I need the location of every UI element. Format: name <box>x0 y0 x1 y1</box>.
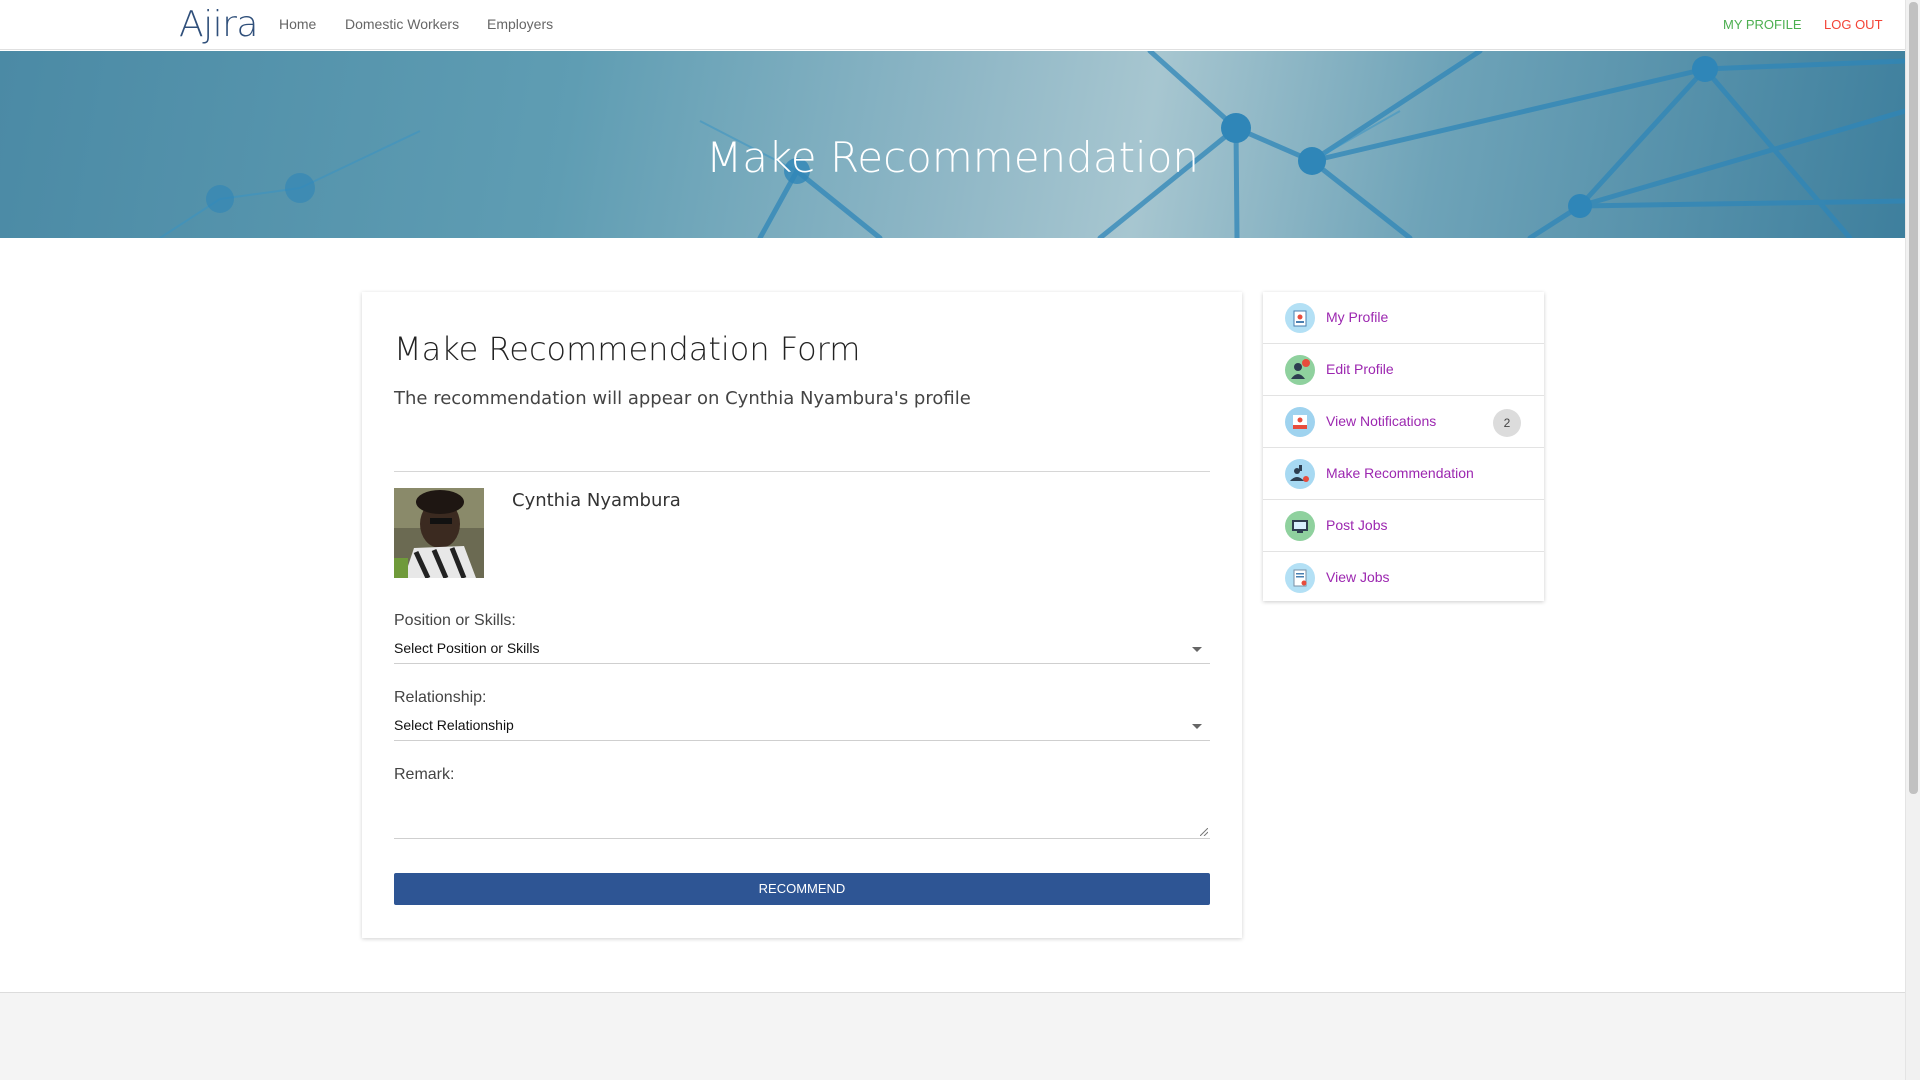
relationship-label: Relationship: <box>394 689 487 706</box>
sidebar-item-label: Post Jobs <box>1326 517 1388 533</box>
sidebar-item-label: Edit Profile <box>1326 361 1394 377</box>
scrollbar-thumb[interactable] <box>1909 2 1918 794</box>
sidebar-item-label: View Notifications <box>1326 413 1437 429</box>
form-title: Make Recommendation Form <box>394 330 861 368</box>
form-divider <box>394 471 1210 472</box>
sidebar-item-label: Make Recommendation <box>1326 465 1474 481</box>
sidebar-item-my-profile[interactable]: My Profile <box>1263 292 1544 344</box>
nav-home-link[interactable]: Home <box>279 16 316 32</box>
position-select[interactable]: Select Position or Skills <box>394 634 1210 664</box>
sidebar-menu: My Profile Edit Profile View Notificatio… <box>1263 292 1544 601</box>
sidebar-item-label: View Jobs <box>1326 569 1390 585</box>
relationship-select[interactable]: Select Relationship <box>394 711 1210 741</box>
brand-logo[interactable]: Ajira <box>179 4 259 45</box>
dropdown-arrow-icon <box>1192 647 1202 652</box>
post-jobs-icon <box>1285 511 1315 541</box>
remark-label: Remark: <box>394 766 455 783</box>
view-jobs-icon <box>1285 563 1315 593</box>
person-photo <box>394 488 484 578</box>
sidebar-item-view-jobs[interactable]: View Jobs <box>1263 552 1544 604</box>
nav-employers-link[interactable]: Employers <box>487 16 553 32</box>
sidebar-item-view-notifications[interactable]: View Notifications 2 <box>1263 396 1544 448</box>
recommendation-form-card: Make Recommendation Form The recommendat… <box>362 292 1242 938</box>
nav-domestic-workers-link[interactable]: Domestic Workers <box>345 16 459 32</box>
hero-banner: Make Recommendation <box>0 51 1905 238</box>
remark-textarea[interactable] <box>394 797 1210 839</box>
my-profile-link[interactable]: MY PROFILE <box>1723 17 1802 32</box>
page-footer <box>0 992 1905 1080</box>
top-navbar: Ajira Home Domestic Workers Employers MY… <box>0 0 1905 50</box>
edit-profile-icon <box>1285 355 1315 385</box>
vertical-scrollbar[interactable] <box>1905 0 1920 1080</box>
person-name: Cynthia Nyambura <box>512 490 681 511</box>
recommendation-icon <box>1285 459 1315 489</box>
sidebar-item-edit-profile[interactable]: Edit Profile <box>1263 344 1544 396</box>
logout-link[interactable]: LOG OUT <box>1824 17 1883 32</box>
sidebar-item-label: My Profile <box>1326 309 1389 325</box>
profile-card-icon <box>1285 303 1315 333</box>
dropdown-arrow-icon <box>1192 724 1202 729</box>
relationship-select-value: Select Relationship <box>394 717 514 733</box>
notifications-icon <box>1285 407 1315 437</box>
notification-count-badge: 2 <box>1493 409 1521 437</box>
recommend-button[interactable]: RECOMMEND <box>394 873 1210 905</box>
resize-handle-icon[interactable] <box>1200 828 1208 836</box>
position-select-value: Select Position or Skills <box>394 640 540 656</box>
sidebar-item-post-jobs[interactable]: Post Jobs <box>1263 500 1544 552</box>
sidebar-item-make-recommendation[interactable]: Make Recommendation <box>1263 448 1544 500</box>
page-title: Make Recommendation <box>705 133 1200 182</box>
position-label: Position or Skills: <box>394 612 516 629</box>
form-subtitle: The recommendation will appear on Cynthi… <box>394 388 971 409</box>
